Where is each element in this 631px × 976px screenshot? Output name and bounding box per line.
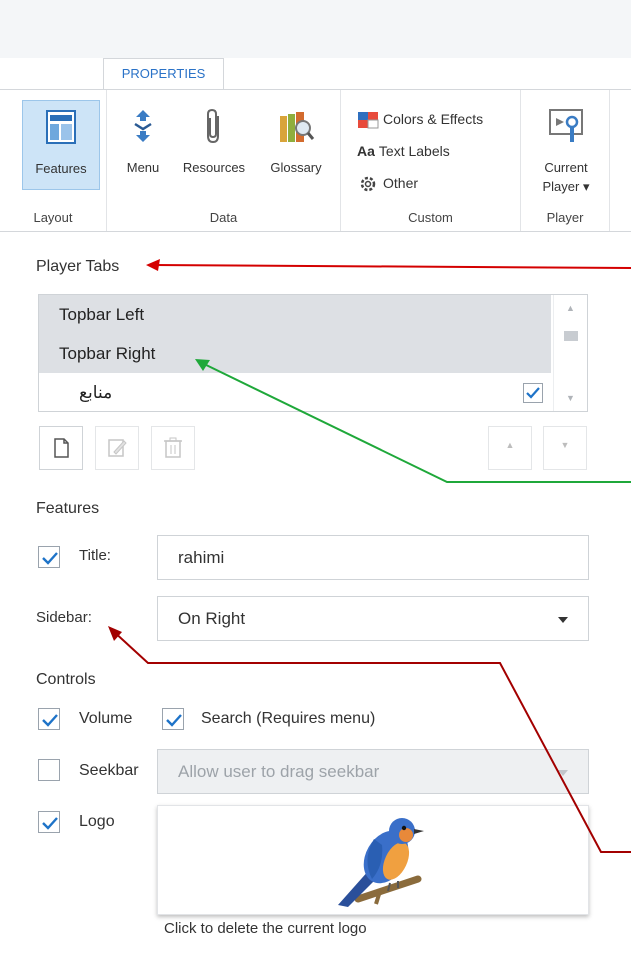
dark-red-arrowhead-icon (108, 626, 122, 641)
red-arrowhead-icon (146, 259, 160, 271)
annotation-arrows (108, 259, 631, 853)
